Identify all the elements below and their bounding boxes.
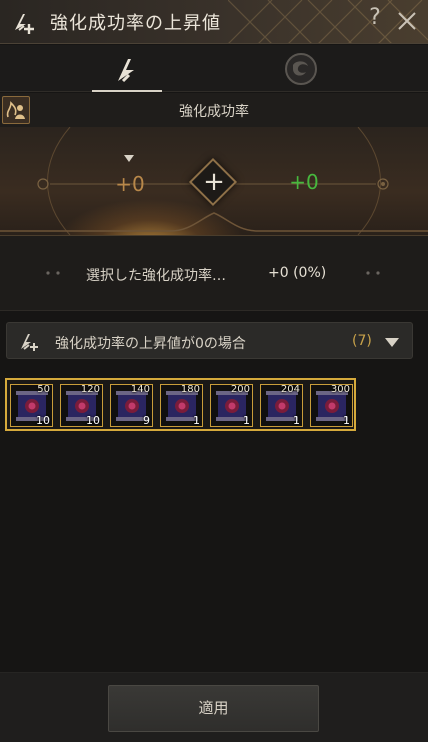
item-slot[interactable]: 204 1 [260,384,303,427]
footer-bar: 適用 [0,672,428,742]
tab-enhance-rate[interactable] [52,45,202,92]
item-quantity: 1 [293,414,300,427]
panel-header: 強化成功率 [0,93,428,127]
apply-button[interactable]: 適用 [108,685,319,732]
arrow-up-icon [118,58,134,82]
plus-icon[interactable]: + [199,165,229,199]
item-quantity: 1 [193,414,200,427]
item-enhance-value: 140 [130,384,150,395]
item-slot[interactable]: 140 9 [110,384,153,427]
chevron-down-icon [124,155,134,162]
item-enhance-value: 200 [230,384,250,395]
increase-rate-value: +0 [289,170,319,194]
help-button[interactable]: ? [362,5,388,35]
enhance-stage: +0 + +0 [0,127,428,235]
item-quantity: 10 [86,414,100,427]
item-slot[interactable]: 120 10 [60,384,103,427]
selected-rate-value: +0 (0%) [268,265,327,281]
dots-decoration-icon [366,271,380,275]
filter-count: (7) [352,333,372,349]
item-slot[interactable]: 180 1 [160,384,203,427]
item-enhance-value: 180 [180,384,200,395]
item-quantity: 1 [343,414,350,427]
selection-summary: 選択した強化成功率… +0 (0%) [0,235,428,311]
item-quantity: 9 [143,414,150,427]
tab-other[interactable] [226,45,376,92]
item-enhance-value: 204 [280,384,300,395]
page-title: 強化成功率の上昇値 [50,13,221,34]
tab-bar [0,45,428,92]
filter-label: 強化成功率の上昇値が0の場合 [55,336,246,352]
item-slot[interactable]: 50 10 [10,384,53,427]
enhance-rate-icon [21,334,38,351]
current-rate-value: +0 [115,172,145,196]
close-icon[interactable] [394,8,420,34]
item-quantity: 10 [36,414,50,427]
item-quantity: 1 [243,414,250,427]
item-enhance-value: 300 [330,384,350,395]
dots-decoration-icon [46,271,60,275]
item-slot[interactable]: 200 1 [210,384,253,427]
selected-rate-label: 選択した強化成功率… [86,268,226,284]
item-slot[interactable]: 300 1 [310,384,353,427]
panel-title: 強化成功率 [179,104,249,120]
chevron-down-icon[interactable] [385,338,399,347]
item-list: 50 10 120 10 140 9 180 1 200 1 204 1 300… [5,378,356,431]
title-bar: 強化成功率の上昇値 ? [0,0,428,44]
item-enhance-value: 120 [80,384,100,395]
enhance-rate-icon [15,14,34,34]
filter-dropdown[interactable]: 強化成功率の上昇値が0の場合 (7) [6,322,413,359]
swirl-orb-icon [285,52,317,85]
item-enhance-value: 50 [37,384,50,395]
